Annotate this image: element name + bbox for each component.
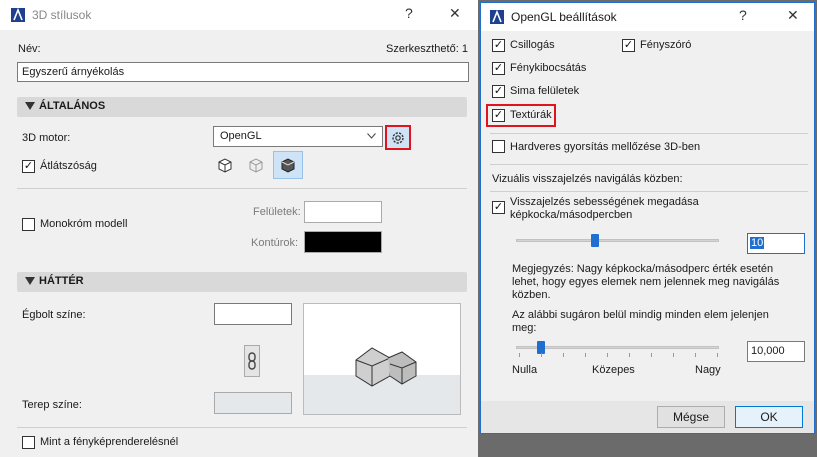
fps-value: 10: [750, 237, 765, 249]
spotlight-label: Fényszóró: [640, 39, 692, 51]
ok-button[interactable]: OK: [735, 406, 803, 428]
render-mode-shaded-icon[interactable]: [216, 156, 234, 174]
nav-feedback-heading: Vizuális visszajelzés navigálás közben:: [492, 173, 683, 185]
contours-color-swatch[interactable]: [304, 231, 382, 253]
general-section-header[interactable]: ÁLTALÁNOS: [17, 97, 467, 117]
scale-null-label: Nulla: [512, 364, 538, 376]
ground-color-swatch[interactable]: [214, 392, 292, 414]
radius-slider-tick: [563, 353, 564, 357]
radius-slider-tick: [651, 353, 652, 357]
close-button[interactable]: ✕: [787, 7, 799, 24]
cancel-button[interactable]: Mégse: [657, 406, 725, 428]
scale-mid-label: Közepes: [592, 364, 635, 376]
hw-acceleration-checkbox[interactable]: [492, 140, 505, 153]
engine-settings-button[interactable]: [385, 125, 411, 150]
radius-slider-track[interactable]: [516, 346, 719, 349]
transparency-label: Átlátszóság: [40, 160, 97, 172]
surfaces-color-swatch[interactable]: [304, 201, 382, 223]
light-leak-checkbox[interactable]: ✓: [492, 62, 505, 75]
scale-high-label: Nagy: [695, 364, 721, 376]
mono-checkbox[interactable]: [22, 218, 35, 231]
note-line-2: lehet, hogy egyes elemek nem jelennek me…: [512, 276, 780, 288]
render-mode-solid-icon: [281, 158, 295, 173]
divider: [490, 133, 808, 134]
opengl-titlebar: OpenGL beállítások ? ✕: [481, 3, 814, 31]
divider: [17, 427, 467, 428]
smooth-surfaces-checkbox[interactable]: ✓: [492, 85, 505, 98]
radius-slider-tick: [673, 353, 674, 357]
fps-slider-thumb[interactable]: [591, 234, 599, 247]
chevron-down-icon: [367, 133, 376, 139]
divider: [490, 164, 808, 165]
help-button[interactable]: ?: [405, 5, 413, 21]
fps-feedback-label-line1: Visszajelzés sebességének megadása: [510, 196, 699, 208]
light-leak-label: Fénykibocsátás: [510, 62, 587, 74]
photo-render-label: Mint a fényképrenderelésnél: [40, 436, 179, 448]
radius-label-line2: meg:: [512, 322, 537, 334]
building-model-icon: [355, 347, 417, 387]
contours-label: Kontúrok:: [251, 237, 299, 249]
note-line-1: Megjegyzés: Nagy képkocka/másodperc érté…: [512, 263, 774, 275]
shiny-checkbox[interactable]: ✓: [492, 39, 505, 52]
background-preview: [303, 303, 461, 415]
name-value: Egyszerű árnyékolás: [22, 66, 125, 78]
fps-input[interactable]: 10: [747, 233, 805, 254]
fps-feedback-checkbox[interactable]: ✓: [492, 201, 505, 214]
surfaces-label: Felületek:: [253, 206, 301, 218]
photo-render-checkbox[interactable]: [22, 436, 35, 449]
radius-slider-tick: [717, 353, 718, 357]
divider: [17, 188, 467, 189]
archicad-icon: [11, 8, 25, 22]
gear-icon: [392, 132, 404, 144]
general-section-title: ÁLTALÁNOS: [39, 100, 106, 112]
background-section-title: HÁTTÉR: [39, 275, 84, 287]
editable-count: Szerkeszthető: 1: [386, 43, 468, 55]
background-section-header[interactable]: HÁTTÉR: [17, 272, 467, 292]
mono-label: Monokróm modell: [40, 218, 128, 230]
ground-color-label: Terep színe:: [22, 399, 82, 411]
engine-value: OpenGL: [220, 130, 262, 142]
radius-input[interactable]: 10,000: [747, 341, 805, 362]
note-line-3: közben.: [512, 289, 551, 301]
radius-label-line1: Az alábbi sugáron belül mindig minden el…: [512, 309, 769, 321]
link-colors-button[interactable]: [244, 345, 260, 377]
shiny-label: Csillogás: [510, 39, 555, 51]
radius-slider-tick: [607, 353, 608, 357]
smooth-surfaces-label: Sima felületek: [510, 85, 580, 97]
sky-color-label: Égbolt színe:: [22, 309, 86, 321]
radius-slider-tick: [695, 353, 696, 357]
radius-value: 10,000: [751, 345, 785, 357]
textures-checkbox[interactable]: ✓: [492, 109, 505, 122]
fps-feedback-label-line2: képkocka/másodpercben: [510, 209, 633, 221]
fps-slider-track[interactable]: [516, 239, 719, 242]
opengl-dialog: OpenGL beállítások ? ✕ ✓ Csillogás ✓ Fén…: [480, 2, 815, 434]
chain-link-icon: [248, 352, 256, 370]
styles-title: 3D stílusok: [32, 8, 92, 22]
transparency-checkbox[interactable]: ✓: [22, 160, 35, 173]
radius-slider-tick: [519, 353, 520, 357]
archicad-icon: [490, 10, 504, 24]
textures-label: Textúrák: [510, 109, 552, 121]
render-mode-wire-icon[interactable]: [247, 156, 265, 174]
hw-acceleration-label: Hardveres gyorsítás mellőzése 3D-ben: [510, 141, 701, 153]
collapse-triangle-icon: [25, 102, 35, 110]
opengl-title: OpenGL beállítások: [511, 10, 617, 24]
spotlight-checkbox[interactable]: ✓: [622, 39, 635, 52]
styles-dialog: 3D stílusok ? ✕ Név: Szerkeszthető: 1 Eg…: [0, 0, 478, 457]
name-input[interactable]: Egyszerű árnyékolás: [17, 62, 469, 82]
name-label: Név:: [18, 43, 41, 55]
close-button[interactable]: ✕: [449, 5, 461, 22]
engine-select[interactable]: OpenGL: [213, 126, 383, 147]
collapse-triangle-icon: [25, 277, 35, 285]
divider: [490, 191, 808, 192]
engine-label: 3D motor:: [22, 132, 71, 144]
sky-color-swatch[interactable]: [214, 303, 292, 325]
help-button[interactable]: ?: [739, 7, 747, 23]
render-mode-selected[interactable]: [273, 151, 303, 179]
radius-slider-tick: [585, 353, 586, 357]
styles-titlebar: 3D stílusok ? ✕: [0, 0, 478, 30]
radius-slider-tick: [629, 353, 630, 357]
radius-slider-tick: [541, 353, 542, 357]
